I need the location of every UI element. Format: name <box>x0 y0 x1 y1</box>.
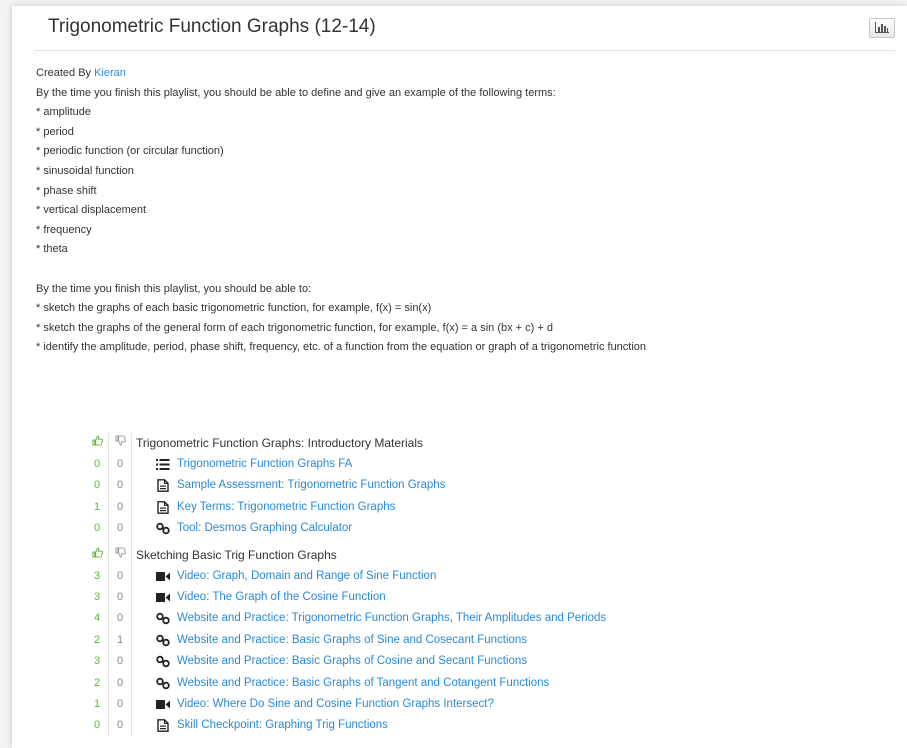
link-icon <box>156 634 170 647</box>
thumbs-up-icon <box>86 545 108 566</box>
video-icon <box>156 698 170 711</box>
list-item: 0 0 Tool: Desmos Graphing Calculator <box>70 518 890 539</box>
term-item: * periodic function (or circular functio… <box>36 145 224 158</box>
list-item: 4 0 Website and Practice: Trigonometric Fu… <box>70 608 890 629</box>
item-link[interactable]: Video: Graph, Domain and Range of Sine F… <box>177 566 436 587</box>
term-item: * period <box>36 125 74 138</box>
author-link[interactable]: Kieran <box>94 67 126 79</box>
link-icon <box>156 612 170 625</box>
downvote-count: 0 <box>116 522 124 535</box>
upvote-count: 0 <box>93 458 101 470</box>
upvote-count: 0 <box>93 719 101 732</box>
term-item: * amplitude <box>36 106 92 119</box>
upvote-count: 3 <box>93 590 101 603</box>
quiz-list-icon <box>156 458 170 471</box>
list-item: 3 0 Website and Practice: Basic Graphs of … <box>70 651 890 672</box>
downvote-count: 0 <box>116 458 124 470</box>
downvote-count: 0 <box>116 697 124 710</box>
list-item: 0 0 Skill Checkpoint: Graphing Trig Functi… <box>70 715 890 736</box>
downvote-count: 0 <box>116 569 124 582</box>
item-link[interactable]: Video: Where Do Sine and Cosine Function… <box>177 694 494 715</box>
section-title: Trigonometric Function Graphs: Introduct… <box>136 436 423 450</box>
document-icon <box>156 500 170 514</box>
playlist-items: Trigonometric Function Graphs: Introduct… <box>70 433 890 737</box>
list-item: 1 0 Video: Where Do Sine and Cosine Functi… <box>70 694 890 715</box>
item-link[interactable]: Tool: Desmos Graphing Calculator <box>177 518 352 539</box>
video-icon <box>156 570 170 583</box>
downvote-count: 0 <box>116 500 124 513</box>
document-icon <box>156 719 170 733</box>
section-header: Sketching Basic Trig Function Graphs <box>70 545 890 566</box>
list-item: 1 0 Key Terms: Trigonometric Function Grap… <box>70 497 890 518</box>
item-link[interactable]: Website and Practice: Trigonometric Func… <box>177 608 606 629</box>
downvote-count: 1 <box>116 633 124 646</box>
list-item: 0 0 Trigonometric Function Graphs FA <box>70 454 890 475</box>
section-title: Sketching Basic Trig Function Graphs <box>136 547 337 562</box>
document-icon <box>156 479 170 493</box>
term-item: * vertical displacement <box>36 204 147 217</box>
list-item: 2 1 Website and Practice: Basic Graphs of … <box>70 630 890 651</box>
upvote-count: 1 <box>93 697 101 710</box>
thumbs-down-icon <box>109 433 131 454</box>
upvote-count: 0 <box>93 479 101 492</box>
term-item: * sinusoidal function <box>36 164 134 177</box>
item-link[interactable]: Website and Practice: Basic Graphs of Si… <box>177 630 527 651</box>
list-item: 3 0 Video: Graph, Domain and Range of Sine… <box>70 566 890 587</box>
goal-item: * identify the amplitude, period, phase … <box>36 341 647 354</box>
item-link[interactable]: Website and Practice: Basic Graphs of Co… <box>177 651 527 672</box>
video-icon <box>156 591 170 604</box>
upvote-count: 0 <box>93 522 101 535</box>
link-icon <box>156 655 170 668</box>
page-title: Trigonometric Function Graphs (12-14) <box>48 16 376 37</box>
created-by-label: Created By <box>36 67 92 79</box>
playlist-header: Trigonometric Function Graphs (12-14) <box>34 6 895 51</box>
upvote-count: 2 <box>93 676 101 689</box>
thumbs-up-icon <box>86 433 108 454</box>
goals-intro: By the time you finish this playlist, yo… <box>36 282 312 295</box>
item-link[interactable]: Video: The Graph of the Cosine Function <box>177 587 386 608</box>
downvote-count: 0 <box>116 719 124 732</box>
terms-list: * amplitude * period * periodic function (… <box>36 103 876 260</box>
intro-text: By the time you finish this playlist, yo… <box>36 86 556 99</box>
item-link[interactable]: Key Terms: Trigonometric Function Graphs <box>177 497 395 518</box>
list-item: 3 0 Video: The Graph of the Cosine Functio… <box>70 587 890 608</box>
thumbs-down-icon <box>109 545 131 566</box>
item-link[interactable]: Sample Assessment: Trigonometric Functio… <box>177 475 445 496</box>
item-link[interactable]: Website and Practice: Basic Graphs of Ta… <box>177 673 549 694</box>
downvote-count: 0 <box>116 590 124 603</box>
link-icon <box>156 522 170 535</box>
goals-list: * sketch the graphs of each basic trigon… <box>36 299 876 358</box>
item-link[interactable]: Skill Checkpoint: Graphing Trig Function… <box>177 715 388 736</box>
bar-chart-icon <box>875 22 889 33</box>
link-icon <box>156 677 170 690</box>
list-item: 2 0 Website and Practice: Basic Graphs of … <box>70 673 890 694</box>
downvote-count: 0 <box>116 655 124 668</box>
upvote-count: 3 <box>93 655 101 668</box>
downvote-count: 0 <box>116 612 124 625</box>
term-item: * frequency <box>36 223 92 236</box>
upvote-count: 1 <box>93 500 101 513</box>
list-item: 0 0 Sample Assessment: Trigonometric Funct… <box>70 475 890 496</box>
term-item: * theta <box>36 243 68 256</box>
upvote-count: 2 <box>93 633 101 646</box>
goal-item: * sketch the graphs of each basic trigon… <box>36 302 432 315</box>
goal-item: * sketch the graphs of the general form … <box>36 321 553 334</box>
term-item: * phase shift <box>36 184 97 197</box>
section-header: Trigonometric Function Graphs: Introduct… <box>70 433 890 454</box>
upvote-count: 4 <box>93 612 101 625</box>
stats-button[interactable] <box>869 18 895 38</box>
item-link[interactable]: Trigonometric Function Graphs FA <box>177 454 352 475</box>
playlist-description: Created By Kieran By the time you finish… <box>36 64 876 358</box>
created-by-line: Created By Kieran <box>36 64 876 84</box>
upvote-count: 3 <box>93 569 101 582</box>
downvote-count: 0 <box>116 479 124 492</box>
downvote-count: 0 <box>116 676 124 689</box>
